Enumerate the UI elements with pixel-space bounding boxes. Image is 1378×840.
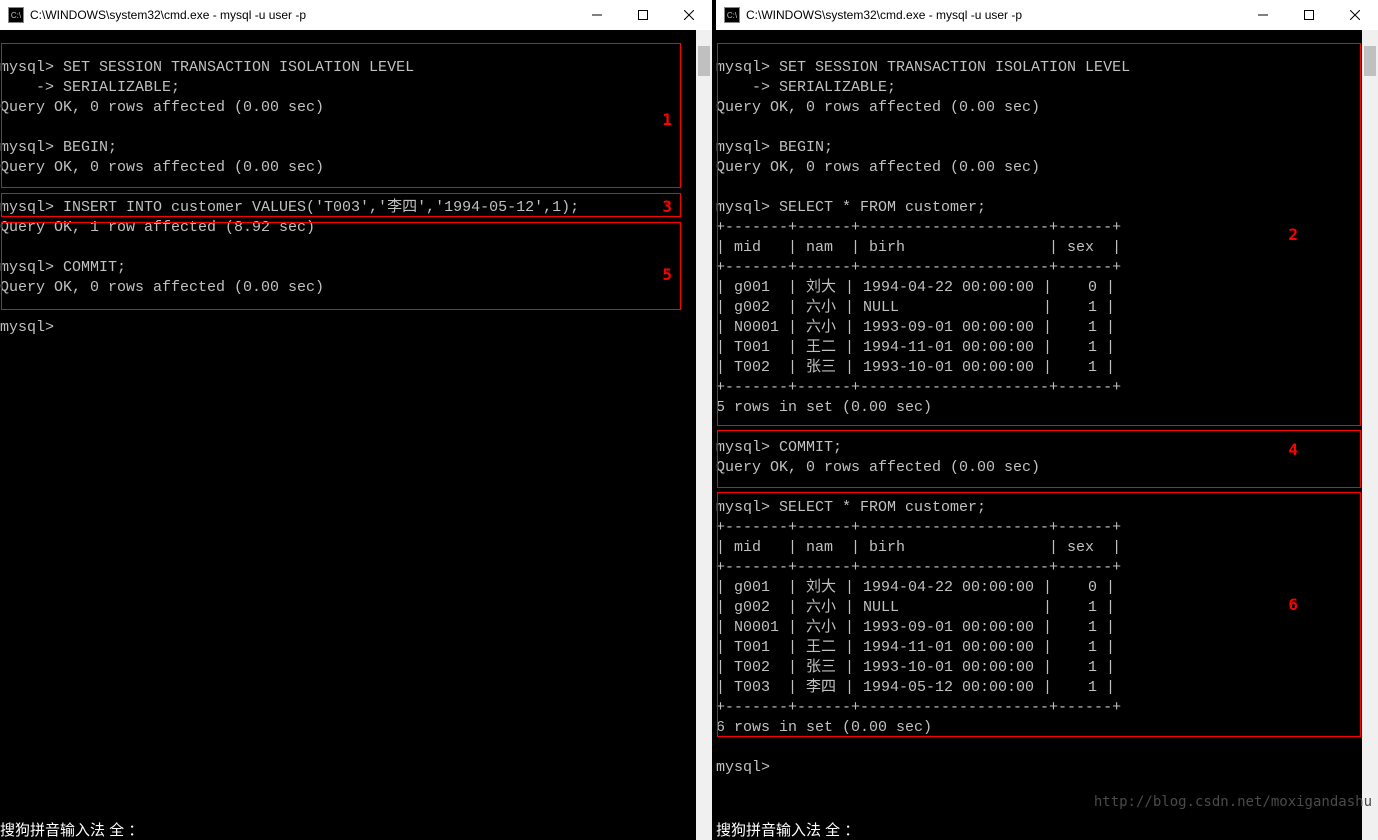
terminal-left[interactable]: mysql> SET SESSION TRANSACTION ISOLATION… [0, 30, 712, 840]
annotation-number-5: 5 [662, 265, 672, 284]
minimize-button[interactable] [1240, 0, 1286, 30]
annotation-number-4: 4 [1288, 440, 1298, 459]
terminal-output-left: mysql> SET SESSION TRANSACTION ISOLATION… [0, 30, 712, 338]
terminal-right[interactable]: mysql> SET SESSION TRANSACTION ISOLATION… [716, 30, 1378, 840]
maximize-button[interactable] [1286, 0, 1332, 30]
cmd-icon: C:\ [8, 7, 24, 23]
minimize-button[interactable] [574, 0, 620, 30]
scrollbar-right[interactable] [1362, 30, 1378, 840]
annotation-number-2: 2 [1288, 225, 1298, 244]
window-title-left: C:\WINDOWS\system32\cmd.exe - mysql -u u… [30, 8, 574, 22]
watermark: http://blog.csdn.net/moxigandashu [1094, 794, 1372, 810]
ime-status-right: 搜狗拼音输入法 全 ： [716, 819, 859, 840]
terminal-window-left: C:\ C:\WINDOWS\system32\cmd.exe - mysql … [0, 0, 712, 840]
terminal-window-right: C:\ C:\WINDOWS\system32\cmd.exe - mysql … [716, 0, 1378, 840]
annotation-number-6: 6 [1288, 595, 1298, 614]
ime-status-left: 搜狗拼音输入法 全 ： [0, 819, 143, 840]
scrollbar-left[interactable] [696, 30, 712, 840]
cmd-icon: C:\ [724, 7, 740, 23]
titlebar-right[interactable]: C:\ C:\WINDOWS\system32\cmd.exe - mysql … [716, 0, 1378, 30]
maximize-button[interactable] [620, 0, 666, 30]
window-title-right: C:\WINDOWS\system32\cmd.exe - mysql -u u… [746, 8, 1240, 22]
annotation-number-3: 3 [662, 197, 672, 216]
terminal-output-right: mysql> SET SESSION TRANSACTION ISOLATION… [716, 30, 1378, 778]
titlebar-left[interactable]: C:\ C:\WINDOWS\system32\cmd.exe - mysql … [0, 0, 712, 30]
close-button[interactable] [1332, 0, 1378, 30]
close-button[interactable] [666, 0, 712, 30]
annotation-number-1: 1 [662, 110, 672, 129]
